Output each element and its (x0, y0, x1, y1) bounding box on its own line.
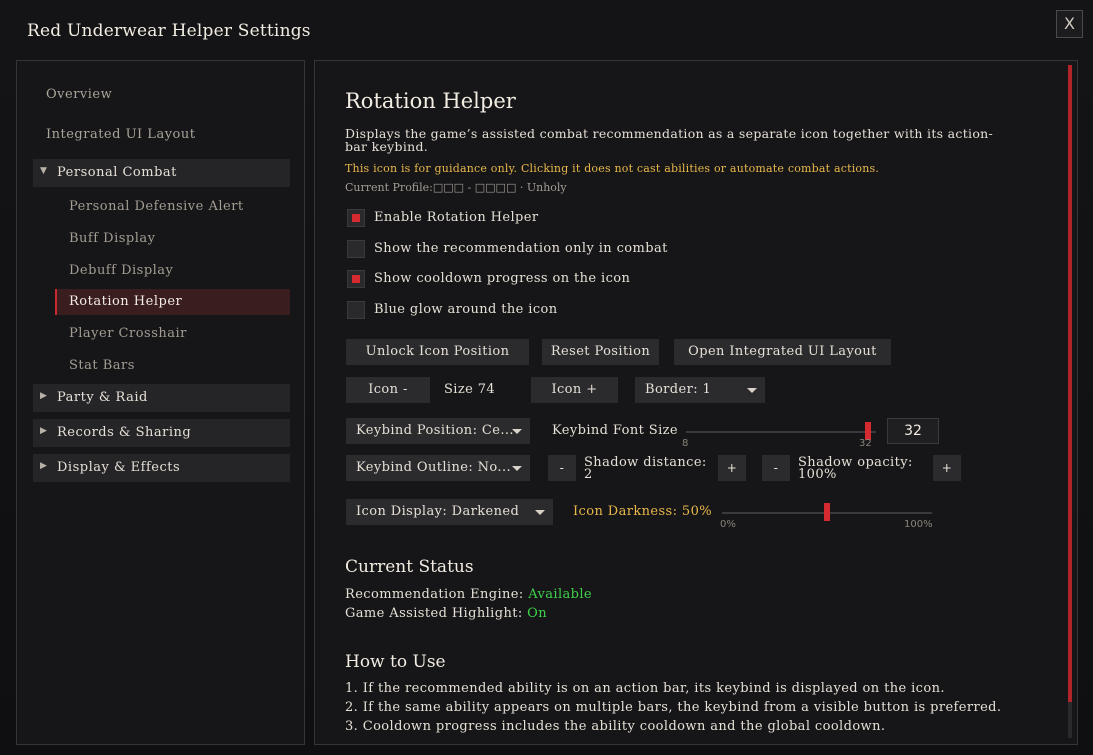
icon-size-decrease-button[interactable]: Icon - (346, 377, 430, 403)
icon-darkness-slider-thumb[interactable] (824, 503, 830, 521)
category-label: Party & Raid (57, 390, 148, 405)
sidebar-item-personal-defensive-alert[interactable]: Personal Defensive Alert (69, 199, 244, 214)
current-status-heading: Current Status (345, 557, 474, 577)
status-label: Game Assisted Highlight: (345, 606, 523, 621)
shadow-opacity-decrease-button[interactable]: - (762, 455, 790, 481)
keybind-font-size-slider[interactable] (686, 431, 876, 433)
shadow-distance-value: 2 (584, 467, 593, 482)
settings-window: Red Underwear Helper Settings X Overview… (0, 0, 1093, 755)
icon-darkness-label: Icon Darkness: 50% (573, 504, 713, 519)
icon-size-increase-button[interactable]: Icon + (531, 377, 618, 403)
shadow-opacity-value: 100% (798, 467, 837, 482)
sidebar-item-stat-bars[interactable]: Stat Bars (69, 358, 135, 373)
chevron-down-icon (512, 466, 522, 471)
shadow-opacity-increase-button[interactable]: + (933, 455, 961, 481)
category-label: Display & Effects (57, 460, 181, 475)
enable-rotation-helper-checkbox[interactable] (347, 209, 365, 227)
shadow-distance-label-text: Shadow distance: (584, 455, 707, 470)
unlock-icon-position-button[interactable]: Unlock Icon Position (346, 339, 529, 365)
chevron-down-icon (512, 429, 522, 434)
dropdown-value: Keybind Position: Ce... (356, 423, 514, 438)
shadow-opacity-label: Shadow opacity: 100% (798, 456, 913, 482)
howto-line: 1. If the recommended ability is on an a… (345, 681, 945, 696)
slider-min-label: 0% (720, 519, 736, 530)
icon-size-value: Size 74 (444, 382, 496, 397)
status-value: Available (528, 587, 593, 602)
collapse-arrow-icon: ▶ (40, 461, 48, 471)
keybind-font-size-label: Keybind Font Size (552, 423, 678, 438)
border-dropdown[interactable]: Border: 1 (635, 377, 765, 403)
how-to-use-heading: How to Use (345, 652, 446, 672)
dropdown-value: Icon Display: Darkened (356, 504, 520, 519)
slider-min-label: 8 (682, 438, 689, 449)
window-title: Red Underwear Helper Settings (27, 21, 311, 41)
scrollbar-thumb[interactable] (1068, 65, 1072, 702)
blue-glow-checkbox[interactable] (347, 301, 365, 319)
sidebar-item-buff-display[interactable]: Buff Display (69, 231, 156, 246)
sidebar-nav: Overview Integrated UI Layout ▼ Personal… (16, 60, 305, 745)
sidebar-item-player-crosshair[interactable]: Player Crosshair (69, 326, 187, 341)
checkbox-label[interactable]: Blue glow around the icon (374, 302, 558, 317)
expand-arrow-icon: ▼ (40, 166, 48, 176)
howto-line: 3. Cooldown progress includes the abilit… (345, 719, 886, 734)
slider-max-label: 32 (859, 438, 872, 449)
status-label: Recommendation Engine: (345, 587, 524, 602)
checkbox-label[interactable]: Enable Rotation Helper (374, 210, 538, 225)
sidebar-category-records-sharing[interactable]: ▶ Records & Sharing (33, 419, 290, 447)
category-label: Personal Combat (57, 165, 177, 180)
guidance-warning: This icon is for guidance only. Clicking… (345, 162, 880, 175)
collapse-arrow-icon: ▶ (40, 391, 48, 401)
sidebar-item-label: Rotation Helper (69, 294, 183, 309)
keybind-position-dropdown[interactable]: Keybind Position: Ce... (346, 418, 530, 444)
chevron-down-icon (747, 388, 757, 393)
howto-line: 2. If the same ability appears on multip… (345, 700, 1002, 715)
sidebar-category-party-raid[interactable]: ▶ Party & Raid (33, 384, 290, 412)
category-label: Records & Sharing (57, 425, 192, 440)
sidebar-category-personal-combat[interactable]: ▼ Personal Combat (33, 159, 290, 187)
status-value: On (527, 606, 548, 621)
current-profile: Current Profile:□□□ - □□□□ · Unholy (345, 181, 567, 194)
recommendation-engine-status: Recommendation Engine: Available (345, 587, 592, 602)
sidebar-item-rotation-helper[interactable]: Rotation Helper (55, 289, 290, 315)
settings-panel: Rotation Helper Displays the game’s assi… (314, 60, 1078, 745)
sidebar-item-debuff-display[interactable]: Debuff Display (69, 263, 173, 278)
open-integrated-ui-layout-button[interactable]: Open Integrated UI Layout (674, 339, 891, 365)
sidebar-item-overview[interactable]: Overview (46, 87, 112, 102)
cooldown-progress-checkbox[interactable] (347, 270, 365, 288)
shadow-distance-increase-button[interactable]: + (718, 455, 746, 481)
assisted-highlight-status: Game Assisted Highlight: On (345, 606, 547, 621)
shadow-distance-label: Shadow distance: 2 (584, 455, 707, 482)
sidebar-category-display-effects[interactable]: ▶ Display & Effects (33, 454, 290, 482)
checkbox-label[interactable]: Show cooldown progress on the icon (374, 271, 630, 286)
chevron-down-icon (535, 510, 545, 515)
slider-max-label: 100% (904, 519, 933, 530)
combat-only-checkbox[interactable] (347, 240, 365, 258)
reset-position-button[interactable]: Reset Position (542, 339, 659, 365)
dropdown-value: Border: 1 (645, 382, 712, 397)
sidebar-item-integrated-ui-layout[interactable]: Integrated UI Layout (46, 127, 195, 142)
scrollbar-track[interactable] (1068, 702, 1072, 738)
page-description: Displays the game’s assisted combat reco… (345, 126, 994, 154)
keybind-font-size-input[interactable]: 32 (887, 418, 939, 444)
page-title: Rotation Helper (345, 89, 516, 113)
dropdown-value: Keybind Outline: No... (356, 460, 512, 475)
close-button[interactable]: X (1056, 10, 1083, 38)
shadow-distance-decrease-button[interactable]: - (548, 455, 576, 481)
keybind-outline-dropdown[interactable]: Keybind Outline: No... (346, 455, 530, 481)
checkbox-label[interactable]: Show the recommendation only in combat (374, 241, 668, 256)
collapse-arrow-icon: ▶ (40, 426, 48, 436)
icon-display-dropdown[interactable]: Icon Display: Darkened (346, 499, 553, 525)
